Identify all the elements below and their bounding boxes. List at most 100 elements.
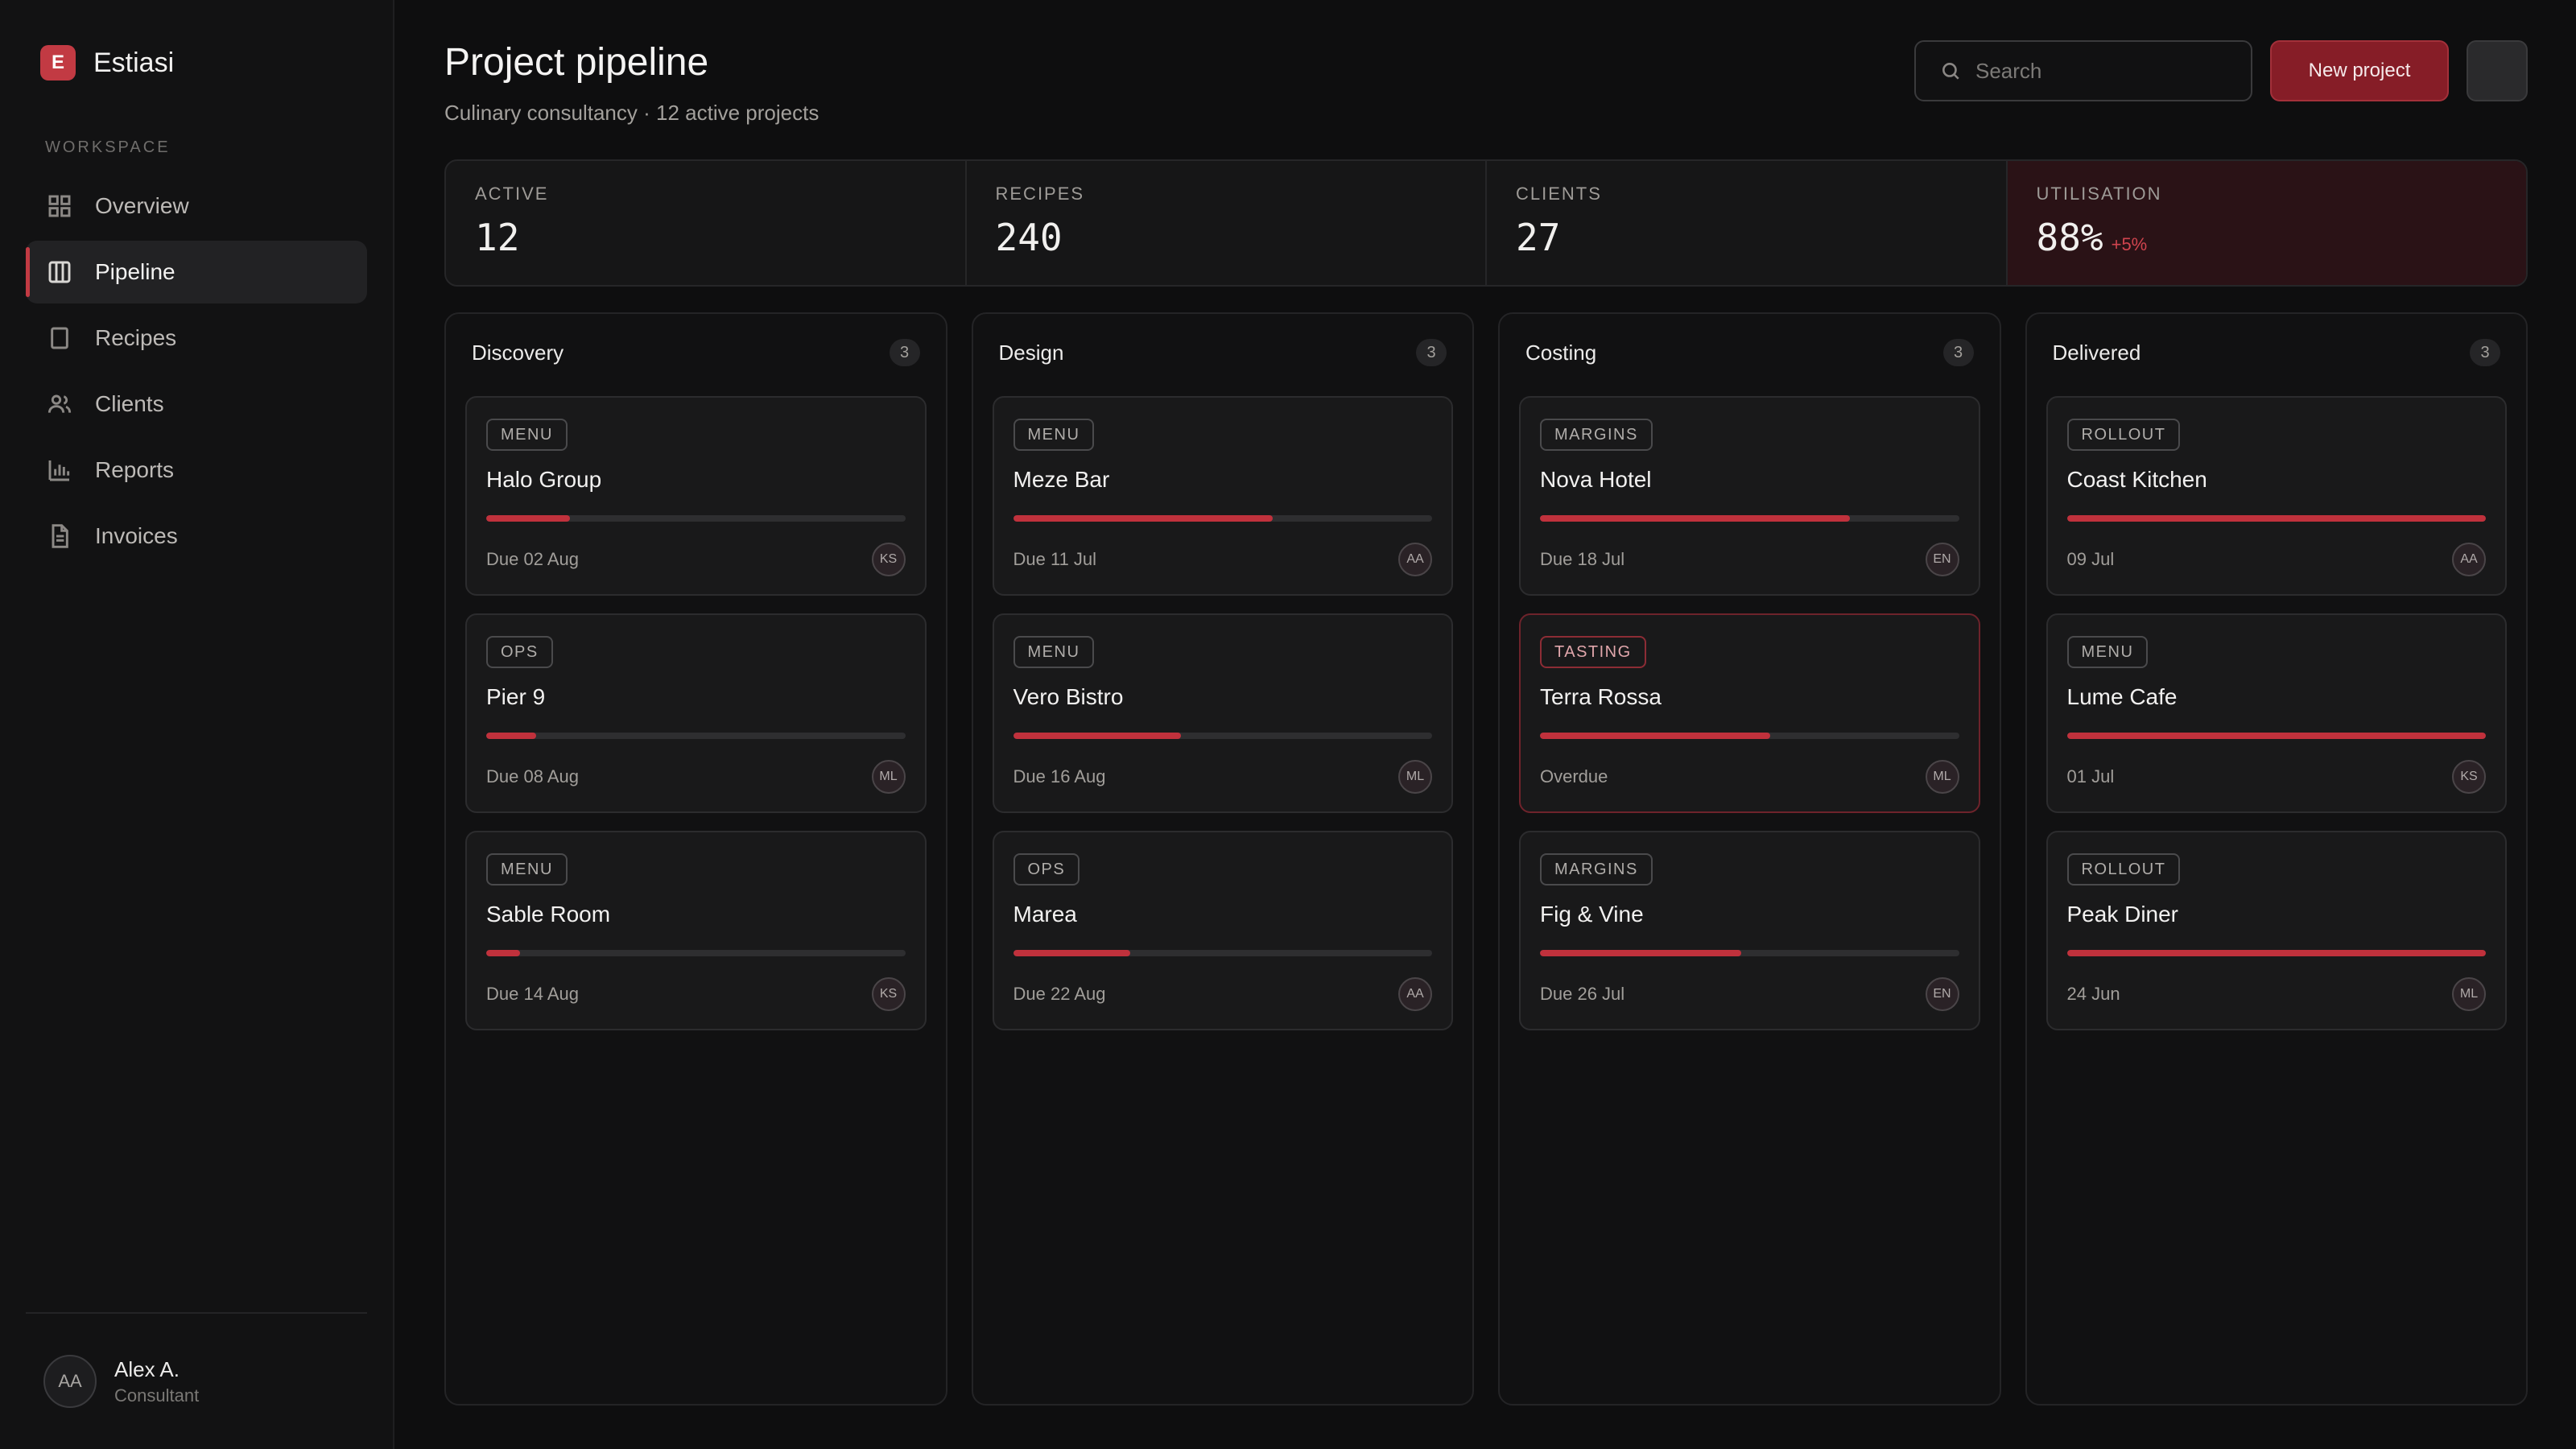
card-footer: Due 18 Jul EN (1540, 543, 1959, 576)
users-icon (47, 391, 72, 417)
column-header: Discovery 3 (465, 336, 927, 369)
stat-label: ACTIVE (475, 184, 549, 204)
category-tag: MENU (486, 853, 568, 886)
user-name: Alex A. (114, 1356, 180, 1381)
project-card[interactable]: OPS Marea Due 22 Aug AA (992, 831, 1453, 1030)
stat-label: UTILISATION (2036, 184, 2162, 204)
project-card[interactable]: MENU Meze Bar Due 11 Jul AA (992, 396, 1453, 596)
assignee-avatar[interactable]: AA (2452, 543, 2486, 576)
sidebar-item-recipes[interactable]: Recipes (26, 307, 367, 369)
project-title: Peak Diner (2066, 902, 2179, 927)
project-card[interactable]: ROLLOUT Coast Kitchen 09 Jul AA (2046, 396, 2507, 596)
sidebar-item-label: Pipeline (95, 259, 175, 284)
stat-clients: CLIENTS 27 (1487, 161, 2008, 285)
assignee-avatar[interactable]: ML (1925, 760, 1959, 794)
column-delivered: Delivered 3 ROLLOUT Coast Kitchen 09 Jul AA ME… (2025, 312, 2528, 1406)
assignee-avatar[interactable]: KS (871, 543, 906, 576)
sidebar-item-overview[interactable]: Overview (26, 175, 367, 237)
assignee-avatar[interactable]: ML (1398, 760, 1432, 794)
progress-fill (1013, 733, 1181, 739)
assignee-avatar[interactable]: KS (871, 977, 906, 1011)
project-card[interactable]: MENU Lume Cafe 01 Jul KS (2046, 613, 2507, 813)
assignee-avatar[interactable]: EN (1925, 543, 1959, 576)
progress-fill (1540, 950, 1741, 956)
page-title: Project pipeline (444, 41, 709, 84)
project-card[interactable]: MARGINS Fig & Vine Due 26 Jul EN (1519, 831, 1980, 1030)
stat-value: 27 (1516, 216, 1561, 259)
sidebar-item-reports[interactable]: Reports (26, 439, 367, 502)
due-date: Due 14 Aug (486, 984, 579, 1004)
brand-logo: E (40, 45, 76, 80)
category-tag: OPS (486, 636, 553, 668)
main-content: Project pipeline Culinary consultancy · … (394, 0, 2576, 1449)
sidebar-item-invoices[interactable]: Invoices (26, 505, 367, 568)
assignee-avatar[interactable]: AA (1398, 977, 1432, 1011)
assignee-avatar[interactable]: EN (1925, 977, 1959, 1011)
column-title: Discovery (472, 340, 564, 365)
search-box[interactable] (1914, 40, 2252, 101)
sidebar: E Estiasi WORKSPACE Overview Pipeline Re… (0, 0, 394, 1449)
project-card[interactable]: MARGINS Nova Hotel Due 18 Jul EN (1519, 396, 1980, 596)
category-tag: TASTING (1540, 636, 1646, 668)
book-icon (47, 325, 72, 351)
user-role: Consultant (114, 1385, 200, 1406)
project-title: Nova Hotel (1540, 467, 1652, 492)
brand[interactable]: E Estiasi (26, 45, 367, 80)
workspace-section-label: WORKSPACE (45, 138, 171, 156)
project-card[interactable]: TASTING Terra Rossa Overdue ML (1519, 613, 1980, 813)
sidebar-item-clients[interactable]: Clients (26, 373, 367, 436)
bar-chart-icon (47, 457, 72, 483)
card-footer: 09 Jul AA (2067, 543, 2486, 576)
header-actions: New project (1914, 40, 2528, 101)
sidebar-item-label: Invoices (95, 523, 178, 548)
column-count-badge: 3 (889, 339, 920, 366)
sidebar-nav: Overview Pipeline Recipes Clients Report… (26, 175, 367, 568)
assignee-avatar[interactable]: ML (871, 760, 906, 794)
project-card[interactable]: MENU Halo Group Due 02 Aug KS (465, 396, 927, 596)
due-date: Due 26 Jul (1540, 984, 1625, 1004)
progress-bar (1540, 950, 1959, 956)
project-title: Meze Bar (1013, 467, 1110, 492)
project-card[interactable]: MENU Vero Bistro Due 16 Aug ML (992, 613, 1453, 813)
category-tag: MARGINS (1540, 853, 1653, 886)
stats-bar: ACTIVE 12 RECIPES 240 CLIENTS 27 UTILISA… (444, 159, 2528, 287)
due-date: Due 02 Aug (486, 549, 579, 569)
project-title: Pier 9 (486, 684, 546, 709)
sidebar-item-label: Overview (95, 193, 189, 218)
progress-fill (1540, 733, 1771, 739)
new-project-button[interactable]: New project (2270, 40, 2449, 101)
card-footer: 01 Jul KS (2066, 760, 2486, 794)
search-icon (1942, 63, 1959, 80)
column-title: Delivered (2052, 340, 2141, 365)
column-header: Delivered 3 (2046, 336, 2508, 369)
due-date: Due 18 Jul (1540, 549, 1625, 569)
menu-button[interactable] (2467, 40, 2528, 101)
card-footer: 24 Jun ML (2067, 977, 2486, 1011)
assignee-avatar[interactable]: ML (2452, 977, 2486, 1011)
stat-value: 88% +5% (2036, 216, 2148, 259)
project-title: Marea (1013, 902, 1077, 927)
category-tag: MENU (1013, 636, 1095, 668)
progress-bar (2066, 515, 2486, 522)
due-date: 01 Jul (2066, 766, 2115, 786)
progress-fill (486, 733, 537, 739)
progress-bar (1540, 515, 1959, 522)
project-card[interactable]: OPS Pier 9 Due 08 Aug ML (465, 613, 927, 813)
project-card[interactable]: ROLLOUT Peak Diner 24 Jun ML (2046, 831, 2507, 1030)
progress-bar (2066, 950, 2486, 956)
card-footer: Due 26 Jul EN (1540, 977, 1959, 1011)
sidebar-item-label: Recipes (95, 325, 177, 350)
due-date: Overdue (1540, 766, 1608, 786)
card-list: MARGINS Nova Hotel Due 18 Jul EN TASTING Terr… (1519, 396, 1980, 1030)
progress-bar (1013, 950, 1432, 956)
progress-fill (1540, 515, 1851, 522)
stat-label: RECIPES (995, 184, 1085, 204)
stat-label: CLIENTS (1516, 184, 1602, 204)
search-input[interactable] (1975, 58, 2233, 84)
assignee-avatar[interactable]: AA (1398, 543, 1432, 576)
user-profile[interactable]: AA Alex A. Consultant (26, 1312, 367, 1449)
progress-bar (1540, 733, 1959, 739)
project-card[interactable]: MENU Sable Room Due 14 Aug KS (465, 831, 927, 1030)
assignee-avatar[interactable]: KS (2452, 760, 2486, 794)
sidebar-item-pipeline[interactable]: Pipeline (26, 241, 367, 303)
